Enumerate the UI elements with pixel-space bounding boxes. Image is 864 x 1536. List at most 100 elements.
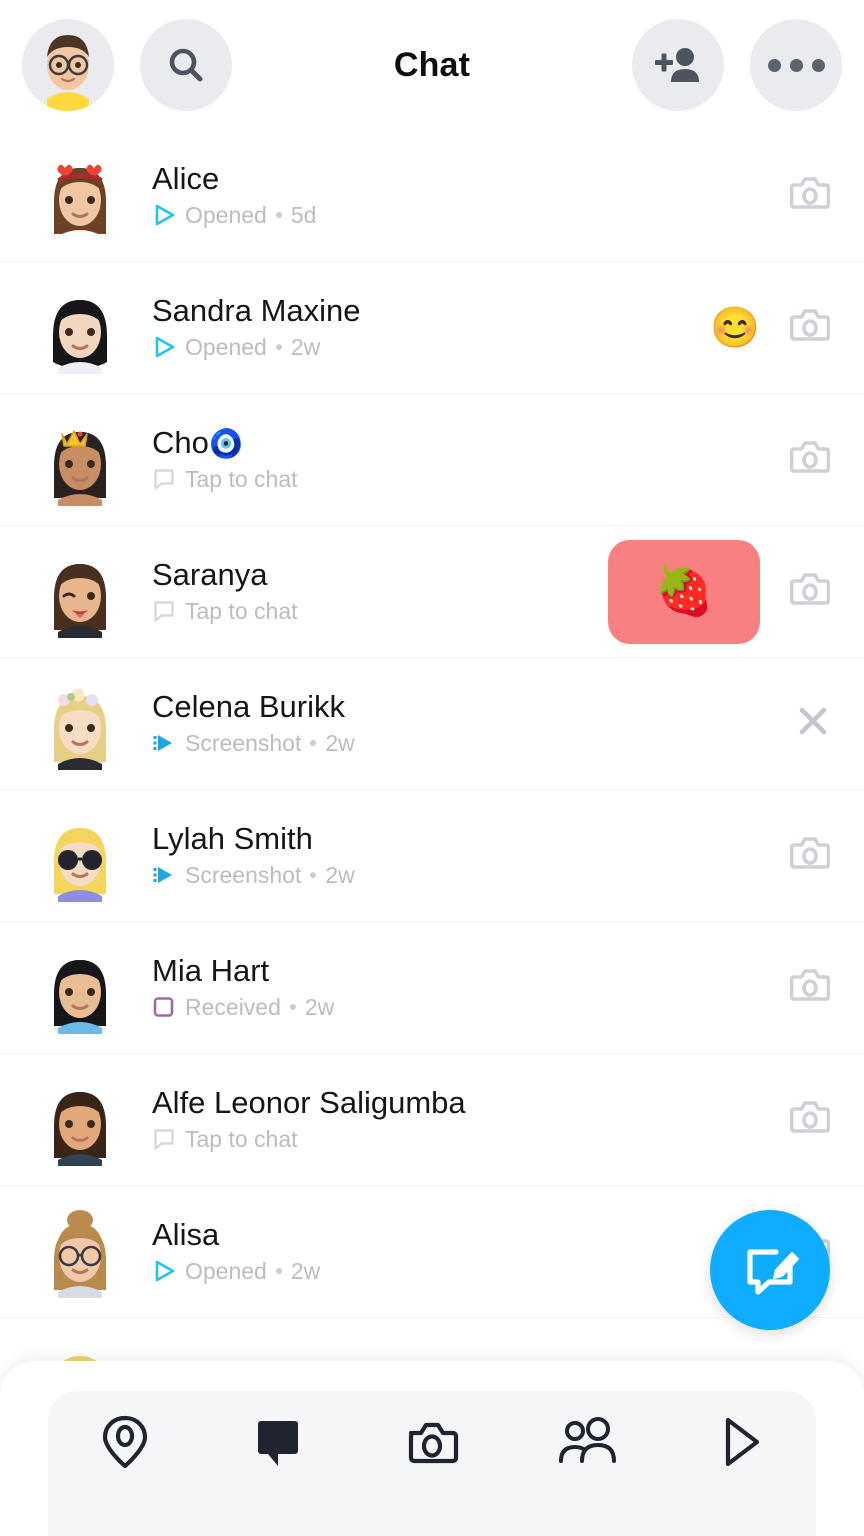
chat-bubble-icon xyxy=(152,467,176,491)
status-timestamp: 2w xyxy=(291,1259,320,1284)
camera-button[interactable] xyxy=(790,1095,830,1144)
status-label: Screenshot xyxy=(185,731,301,756)
opened-snap-arrow-icon xyxy=(152,1259,176,1283)
camera-icon xyxy=(790,963,830,1007)
chat-row-cho[interactable]: Cho🧿 Tap to chat xyxy=(0,394,864,526)
avatar[interactable] xyxy=(34,810,126,902)
bitmoji-dark-hair-blue-top xyxy=(34,942,126,1034)
chat-status: Screenshot 2w xyxy=(152,731,796,756)
status-label: Opened xyxy=(185,335,267,360)
status-separator xyxy=(276,212,282,218)
camera-button[interactable] xyxy=(790,963,830,1012)
avatar[interactable] xyxy=(34,1074,126,1166)
chat-bubble-filled-icon xyxy=(251,1413,305,1471)
nav-friends[interactable] xyxy=(531,1413,641,1471)
received-square-icon xyxy=(152,995,176,1019)
chat-status: Tap to chat xyxy=(152,467,790,492)
camera-button[interactable] xyxy=(790,171,830,220)
camera-button[interactable] xyxy=(790,567,830,616)
chat-bubble-icon xyxy=(152,1127,176,1151)
opened-snap-arrow-icon xyxy=(152,335,176,359)
chat-row-body: Sandra Maxine Opened2w xyxy=(152,295,710,360)
chat-row-actions xyxy=(790,435,830,484)
chat-row-saranya[interactable]: Saranya Tap to chat 🍓 xyxy=(0,526,864,658)
stories-play-icon xyxy=(712,1413,766,1471)
chat-bubble-icon xyxy=(152,599,176,623)
dismiss-button[interactable] xyxy=(796,704,830,743)
status-timestamp: 2w xyxy=(325,731,354,756)
avatar[interactable] xyxy=(34,942,126,1034)
bitmoji-brown-long-hair xyxy=(34,1074,126,1166)
chat-status: Received 2w xyxy=(152,995,790,1020)
chat-row-actions: 🍓 xyxy=(608,540,830,644)
chat-name: Lylah Smith xyxy=(152,823,790,856)
status-timestamp: 2w xyxy=(305,995,334,1020)
opened-snap-arrow-icon xyxy=(152,335,176,359)
camera-icon xyxy=(790,567,830,611)
status-label: Screenshot xyxy=(185,863,301,888)
add-friend-button[interactable] xyxy=(632,19,724,111)
screenshot-arrow-icon xyxy=(152,731,176,755)
nav-chat[interactable] xyxy=(223,1413,333,1471)
chat-row-body: Alfe Leonor Saligumba Tap to chat xyxy=(152,1087,790,1152)
status-label: Tap to chat xyxy=(185,1127,298,1152)
chat-row-celena-burikk[interactable]: Celena Burikk Screenshot2w xyxy=(0,658,864,790)
chat-row-actions xyxy=(790,171,830,220)
new-chat-fab[interactable] xyxy=(710,1210,830,1330)
opened-snap-arrow-icon xyxy=(152,203,176,227)
status-separator xyxy=(276,1268,282,1274)
chat-name: Mia Hart xyxy=(152,955,790,988)
nav-camera[interactable] xyxy=(377,1413,487,1471)
avatar[interactable] xyxy=(34,1206,126,1298)
chat-row-lylah-smith[interactable]: Lylah Smith Screenshot 2w xyxy=(0,790,864,922)
snapchat-chat-screen: Chat Alice Opened5d xyxy=(0,0,864,1536)
status-label: Opened xyxy=(185,203,267,228)
chat-name: Cho🧿 xyxy=(152,427,790,460)
status-separator xyxy=(310,872,316,878)
chat-row-mia-hart[interactable]: Mia Hart Received 2w xyxy=(0,922,864,1054)
camera-button[interactable] xyxy=(790,435,830,484)
camera-icon xyxy=(403,1413,461,1471)
chat-bubble-icon xyxy=(152,467,176,491)
chat-row-alice[interactable]: Alice Opened5d xyxy=(0,130,864,262)
chat-name: Alisa xyxy=(152,1219,790,1252)
status-separator xyxy=(290,1004,296,1010)
screenshot-arrow-icon xyxy=(152,863,176,887)
chat-status: Opened2w xyxy=(152,335,710,360)
status-timestamp: 2w xyxy=(325,863,354,888)
camera-button[interactable] xyxy=(790,831,830,880)
avatar[interactable] xyxy=(34,414,126,506)
camera-button[interactable] xyxy=(790,303,830,352)
name-emoji: 🧿 xyxy=(209,428,244,459)
status-label: Received xyxy=(185,995,281,1020)
avatar[interactable] xyxy=(34,678,126,770)
screenshot-arrow-icon xyxy=(152,863,176,887)
search-button[interactable] xyxy=(140,19,232,111)
reaction-emoji[interactable]: 😊 xyxy=(710,308,760,348)
chat-row-body: Mia Hart Received 2w xyxy=(152,955,790,1020)
camera-icon xyxy=(790,303,830,347)
avatar[interactable] xyxy=(34,150,126,242)
bitmoji-flower-crown-glasses xyxy=(34,678,126,770)
chat-row-actions xyxy=(796,704,830,743)
opened-snap-arrow-icon xyxy=(152,203,176,227)
chat-row-alfe-leonor-saligumba[interactable]: Alfe Leonor Saligumba Tap to chat xyxy=(0,1054,864,1186)
more-options-button[interactable] xyxy=(750,19,842,111)
camera-icon xyxy=(790,435,830,479)
nav-map[interactable] xyxy=(70,1413,180,1471)
sticker-preview[interactable]: 🍓 xyxy=(608,540,760,644)
bitmoji-black-bob-hair xyxy=(34,282,126,374)
chat-row-sandra-maxine[interactable]: Sandra Maxine Opened2w 😊 xyxy=(0,262,864,394)
chat-row-body: Celena Burikk Screenshot2w xyxy=(152,691,796,756)
profile-avatar[interactable] xyxy=(22,19,114,111)
avatar[interactable] xyxy=(34,546,126,638)
avatar[interactable] xyxy=(34,282,126,374)
camera-icon xyxy=(790,831,830,875)
nav-stories[interactable] xyxy=(684,1413,794,1471)
search-icon xyxy=(164,43,208,87)
bitmoji-blonde-sunglasses xyxy=(34,810,126,902)
chat-row-actions xyxy=(790,963,830,1012)
friends-icon xyxy=(555,1413,617,1471)
camera-icon xyxy=(790,1095,830,1139)
more-options-icon xyxy=(768,59,825,72)
